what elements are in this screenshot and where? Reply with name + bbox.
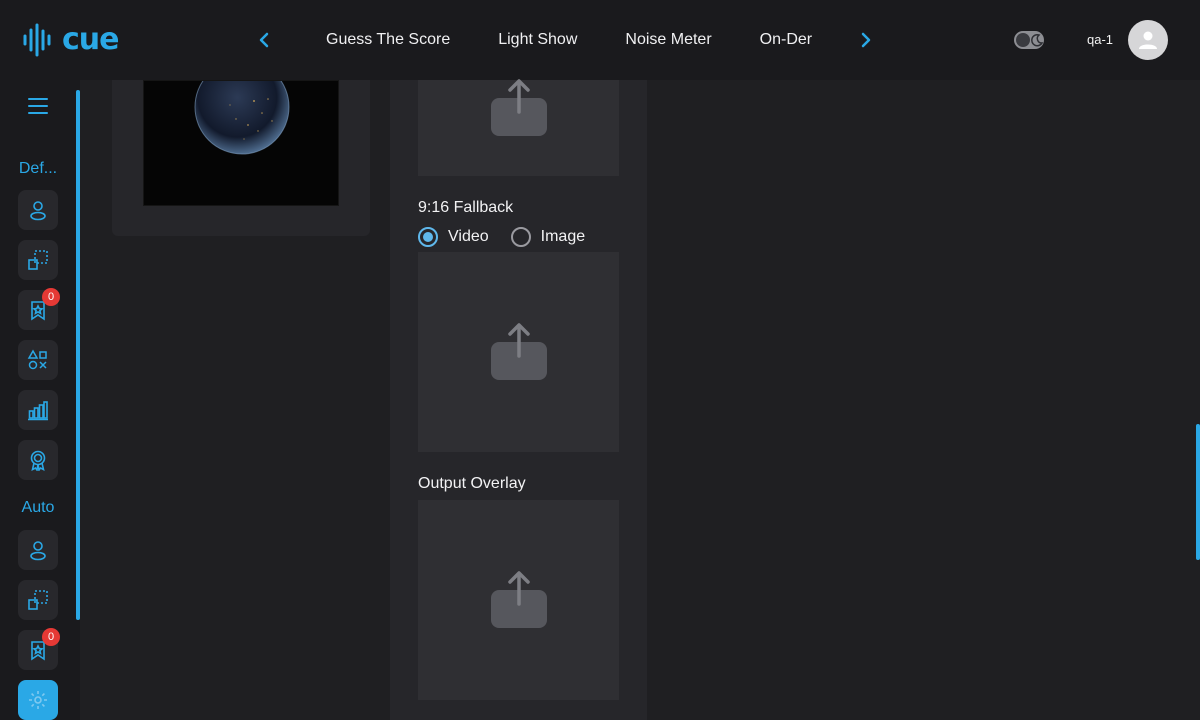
empty-workspace <box>647 80 1200 720</box>
sidebar-item-default-award[interactable] <box>18 440 58 480</box>
bar-chart-icon <box>28 401 48 421</box>
upload-icon <box>490 571 547 628</box>
upload-icon <box>490 79 547 136</box>
cue-logo[interactable]: cue <box>22 22 119 58</box>
nav-next-button[interactable] <box>854 28 878 52</box>
tab-light-show[interactable]: Light Show <box>498 22 577 58</box>
theme-toggle[interactable] <box>1014 31 1044 49</box>
radio-image-circle[interactable] <box>510 227 531 247</box>
sidebar-item-default-person[interactable] <box>18 190 58 230</box>
transform-icon <box>28 590 48 610</box>
notification-badge: 0 <box>42 628 60 646</box>
tab-noise-meter[interactable]: Noise Meter <box>625 22 711 58</box>
soundwave-icon <box>23 23 51 57</box>
feature-tabs: Guess The Score Light Show Noise Meter On-D… <box>300 22 842 58</box>
moon-icon <box>1031 33 1044 47</box>
sidebar-item-auto-person[interactable] <box>18 530 58 570</box>
overlay-section-title: Output Overlay <box>418 475 526 492</box>
user-avatar[interactable] <box>1128 20 1168 60</box>
column-gap <box>370 80 390 720</box>
sidebar-item-auto-settings[interactable] <box>18 680 58 720</box>
upload-dropzone-top[interactable] <box>418 79 619 176</box>
shapes-icon <box>27 349 47 370</box>
fallback-media-type: Video Image <box>418 226 607 248</box>
notification-badge: 0 <box>42 288 60 306</box>
tab-on-demand[interactable]: On-Der <box>760 22 812 58</box>
radio-image-label: Image <box>540 228 586 245</box>
logo-text: cue <box>62 22 119 57</box>
hamburger-menu-icon[interactable] <box>26 94 50 118</box>
user-icon <box>1139 31 1157 49</box>
sidebar-scrollbar[interactable] <box>76 90 80 620</box>
earth-image <box>144 81 338 205</box>
radio-image[interactable]: Image <box>510 227 586 247</box>
person-icon <box>30 541 46 561</box>
username-label: qa-1 <box>1087 32 1114 47</box>
group-label-default: Def... <box>18 160 58 177</box>
radio-video[interactable]: Video <box>418 227 489 247</box>
award-icon <box>30 450 46 471</box>
overlay-upload-dropzone[interactable] <box>418 500 619 700</box>
chevron-right-icon <box>861 32 871 48</box>
person-icon <box>30 201 46 221</box>
sidebar-item-default-shapes[interactable] <box>18 340 58 380</box>
top-header: cue Guess The Score Light Show Noise Meter… <box>0 0 1200 80</box>
earth-preview-image <box>143 80 339 206</box>
sidebar-item-default-analytics[interactable] <box>18 390 58 430</box>
tab-guess-the-score[interactable]: Guess The Score <box>326 22 450 58</box>
sidebar-item-auto-transform[interactable] <box>18 580 58 620</box>
chevron-left-icon <box>259 32 269 48</box>
radio-video-circle[interactable] <box>418 227 438 247</box>
sidebar-item-default-transform[interactable] <box>18 240 58 280</box>
settings-icon <box>29 691 47 709</box>
transform-icon <box>28 250 48 270</box>
sidebar-item-default-reward[interactable]: 0 <box>18 288 60 330</box>
fallback-upload-dropzone[interactable] <box>418 252 619 452</box>
page-scrollbar[interactable] <box>1196 424 1200 560</box>
toggle-knob <box>1016 33 1030 47</box>
nav-prev-button[interactable] <box>252 28 276 52</box>
group-label-auto: Auto <box>21 499 55 516</box>
radio-video-label: Video <box>448 228 489 245</box>
sidebar-item-auto-reward[interactable]: 0 <box>18 628 60 670</box>
upload-icon <box>490 323 547 380</box>
fallback-section-title: 9:16 Fallback <box>418 199 514 216</box>
